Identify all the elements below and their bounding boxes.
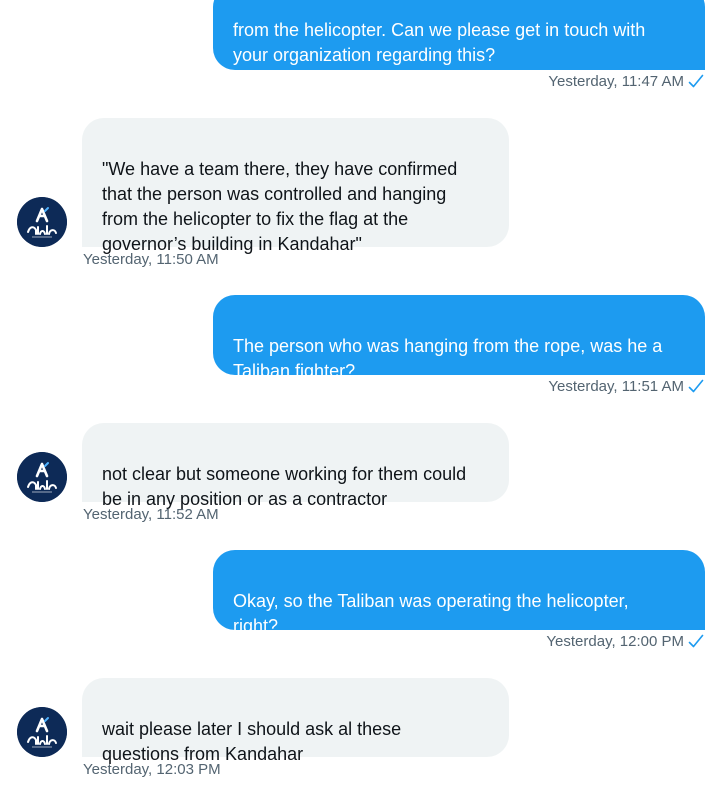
contact-avatar[interactable] — [17, 452, 67, 502]
timestamp-text: Yesterday, 12:03 PM — [83, 761, 221, 778]
timestamp-text: Yesterday, 11:51 AM — [548, 378, 684, 395]
outgoing-message-bubble[interactable]: Okay, so the Taliban was operating the h… — [213, 550, 705, 636]
contact-avatar[interactable] — [17, 707, 67, 757]
aswaka-logo-icon — [17, 707, 67, 757]
message-text: "We have a team there, they have confirm… — [102, 159, 458, 254]
message-text: Okay, so the Taliban was operating the h… — [233, 591, 629, 636]
message-timestamp: Yesterday, 11:51 AM — [548, 377, 704, 397]
aswaka-logo-icon — [17, 197, 67, 247]
message-text: The person who was hanging from the rope… — [233, 336, 663, 381]
timestamp-text: Yesterday, 11:47 AM — [548, 73, 684, 90]
timestamp-text: Yesterday, 11:50 AM — [83, 251, 219, 268]
message-text: wait please later I should ask al these … — [102, 719, 402, 764]
message-timestamp: Yesterday, 12:00 PM — [546, 632, 704, 652]
message-text: not clear but someone working for them c… — [102, 464, 467, 509]
message-timestamp: Yesterday, 11:47 AM — [548, 72, 704, 92]
checkmark-icon — [688, 379, 704, 393]
aswaka-logo-icon — [17, 452, 67, 502]
outgoing-message-bubble[interactable]: The person who was hanging from the rope… — [213, 295, 705, 381]
message-text: from the helicopter. Can we please get i… — [233, 20, 646, 65]
message-timestamp: Yesterday, 11:50 AM — [83, 250, 219, 270]
timestamp-text: Yesterday, 12:00 PM — [546, 633, 684, 650]
incoming-message-bubble[interactable]: wait please later I should ask al these … — [82, 678, 509, 764]
message-timestamp: Yesterday, 12:03 PM — [83, 760, 221, 780]
incoming-message-bubble[interactable]: not clear but someone working for them c… — [82, 423, 509, 509]
contact-avatar[interactable] — [17, 197, 67, 247]
checkmark-icon — [688, 74, 704, 88]
outgoing-message-bubble[interactable]: from the helicopter. Can we please get i… — [213, 0, 705, 70]
checkmark-icon — [688, 634, 704, 648]
incoming-message-bubble[interactable]: "We have a team there, they have confirm… — [82, 118, 509, 254]
timestamp-text: Yesterday, 11:52 AM — [83, 506, 219, 523]
conversation-thread: from the helicopter. Can we please get i… — [0, 0, 721, 797]
message-timestamp: Yesterday, 11:52 AM — [83, 505, 219, 525]
